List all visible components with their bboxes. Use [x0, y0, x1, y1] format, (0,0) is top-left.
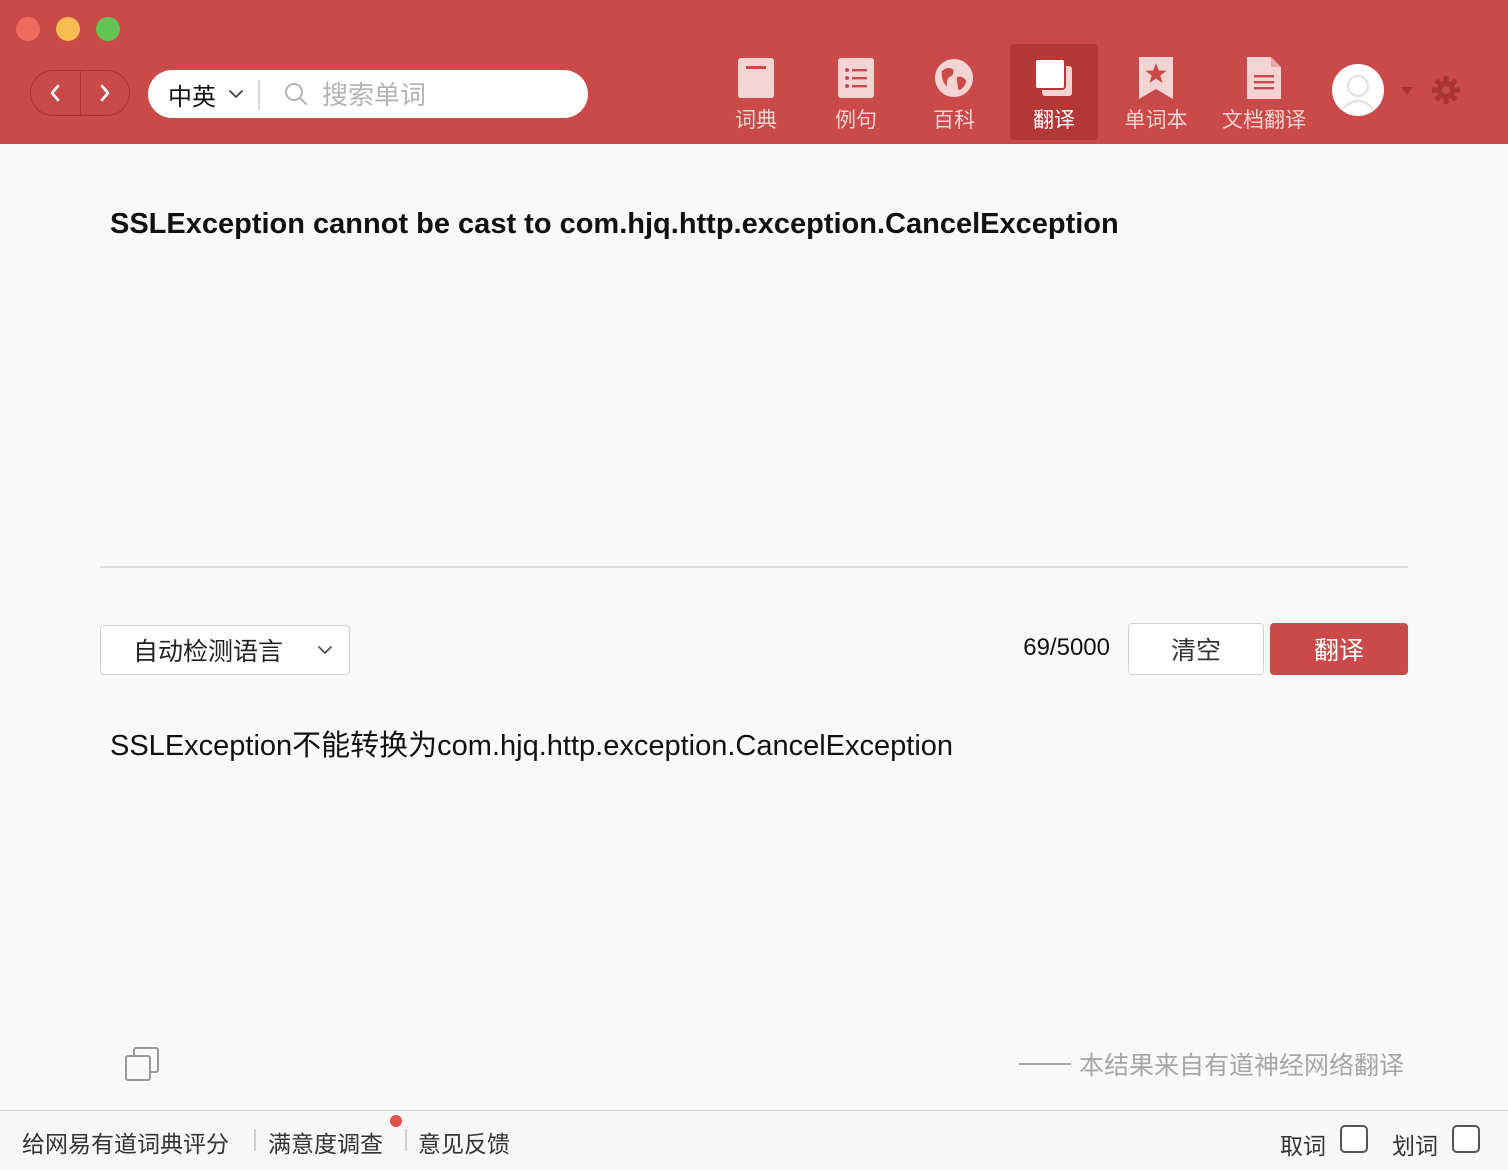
search-input[interactable] — [320, 74, 574, 116]
character-count: 69/5000 — [1023, 634, 1110, 661]
forward-button[interactable] — [79, 71, 130, 115]
translation-result: SSLException不能转换为com.hjq.http.exception.… — [110, 730, 954, 762]
source-language-label: 自动检测语言 — [133, 638, 284, 666]
chevron-left-icon — [50, 84, 60, 102]
tab-wordbook[interactable]: 单词本 — [1110, 44, 1202, 140]
language-pair-label: 中英 — [168, 83, 216, 111]
history-nav — [30, 70, 130, 116]
search-divider — [258, 80, 260, 110]
dictionary-icon — [736, 56, 776, 100]
feedback-link[interactable]: 意见反馈 — [418, 1125, 510, 1159]
tab-document-translate[interactable]: 文档翻译 — [1210, 44, 1318, 140]
clear-button[interactable]: 清空 — [1128, 623, 1264, 675]
pick-word-label: 取词 — [1280, 1133, 1326, 1159]
tab-examples[interactable]: 例句 — [810, 44, 902, 140]
divider — [100, 566, 1408, 568]
globe-icon — [934, 56, 974, 100]
copy-icon[interactable] — [124, 1046, 160, 1082]
document-icon — [1244, 56, 1284, 100]
source-text-area[interactable]: SSLException cannot be cast to com.hjq.h… — [110, 204, 1410, 244]
avatar[interactable] — [1332, 64, 1384, 116]
select-word-label: 划词 — [1392, 1133, 1438, 1159]
chevron-right-icon — [100, 84, 110, 102]
tab-translate[interactable]: 翻译 — [1010, 44, 1098, 140]
tab-label: 例句 — [835, 109, 877, 132]
user-icon — [1339, 74, 1377, 113]
source-language-dropdown[interactable]: 自动检测语言 — [100, 625, 350, 675]
tab-label: 文档翻译 — [1222, 109, 1306, 132]
zoom-window-button[interactable] — [96, 17, 120, 41]
footer: 给网易有道词典评分 满意度调查 意见反馈 取词 划词 — [0, 1110, 1508, 1170]
gear-icon[interactable] — [1430, 74, 1462, 106]
select-word-checkbox[interactable] — [1452, 1125, 1480, 1153]
tab-label: 翻译 — [1033, 109, 1075, 132]
translate-button[interactable]: 翻译 — [1270, 623, 1408, 675]
pick-word-checkbox[interactable] — [1340, 1125, 1368, 1153]
survey-link[interactable]: 满意度调查 — [268, 1125, 383, 1159]
tab-label: 单词本 — [1124, 109, 1188, 132]
list-icon — [836, 56, 876, 100]
back-button[interactable] — [31, 71, 80, 115]
credit-dash — [1018, 1063, 1071, 1065]
tab-encyclopedia[interactable]: 百科 — [908, 44, 1000, 140]
tab-label: 词典 — [735, 109, 777, 132]
account-menu-caret-icon[interactable] — [1400, 86, 1414, 96]
bookmark-star-icon — [1136, 56, 1176, 100]
rate-app-link[interactable]: 给网易有道词典评分 — [22, 1125, 229, 1159]
footer-separator — [254, 1129, 256, 1151]
tab-label: 百科 — [933, 109, 975, 132]
toolbar: 中英 词典 例句 百 — [0, 0, 1508, 144]
language-pair-selector[interactable]: 中英 — [168, 70, 244, 118]
footer-separator — [405, 1129, 407, 1151]
translate-icon — [1034, 56, 1074, 100]
chevron-down-icon — [229, 90, 243, 98]
translation-credit: 本结果来自有道神经网络翻译 — [1018, 1046, 1404, 1082]
chevron-down-icon — [318, 646, 332, 654]
minimize-window-button[interactable] — [56, 17, 80, 41]
notification-dot — [390, 1115, 402, 1127]
search-bar: 中英 — [148, 70, 588, 118]
tab-dictionary[interactable]: 词典 — [710, 44, 802, 140]
close-window-button[interactable] — [16, 17, 40, 41]
credit-text: 本结果来自有道神经网络翻译 — [1078, 1052, 1404, 1080]
search-icon — [285, 83, 307, 105]
